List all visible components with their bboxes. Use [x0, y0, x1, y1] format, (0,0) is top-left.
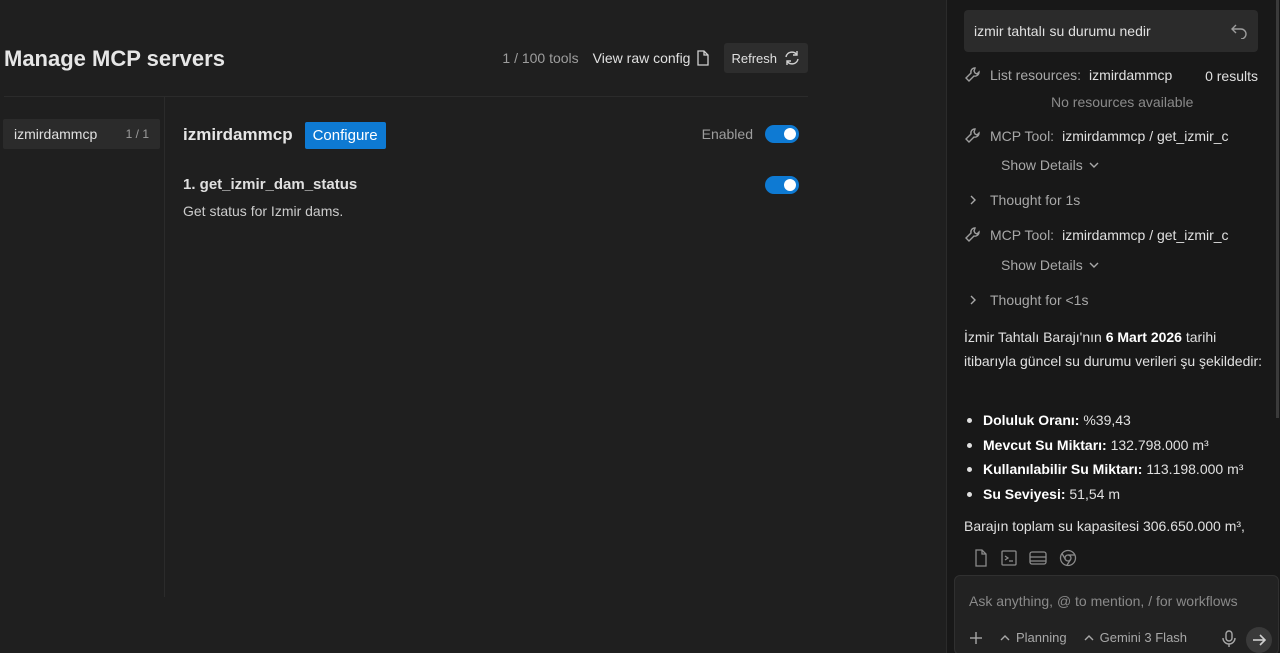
list-item: Mevcut Su Miktarı: 132.798.000 m³: [964, 433, 1276, 458]
step-thought-1[interactable]: Thought for 1s: [964, 191, 1080, 209]
no-resources-note: No resources available: [1051, 94, 1194, 110]
header-divider: [4, 96, 808, 97]
undo-icon[interactable]: [1230, 21, 1248, 39]
step-value: izmirdammcp / get_izmir_c: [1062, 227, 1229, 243]
configure-button[interactable]: Configure: [304, 121, 386, 149]
chevron-right-icon: [970, 295, 976, 305]
wrench-icon: [965, 227, 980, 242]
bullet-value: 51,54 m: [1065, 485, 1120, 502]
server-list: izmirdammcp 1 / 1: [3, 119, 160, 149]
bullet-label: Doluluk Oranı:: [983, 412, 1080, 428]
header-actions: 1 / 100 tools View raw config Refresh: [502, 43, 808, 73]
answer-intro-prefix: İzmir Tahtalı Barajı'nın: [964, 329, 1106, 345]
file-icon[interactable]: [973, 549, 989, 567]
list-item: Doluluk Oranı: %39,43: [964, 408, 1276, 433]
bullet-value: %39,43: [1079, 412, 1131, 428]
mcp-manager: Manage MCP servers 1 / 100 tools View ra…: [0, 0, 946, 653]
scrollbar[interactable]: [1276, 0, 1279, 418]
server-detail: izmirdammcp Configure Enabled 1. get_izm…: [183, 120, 803, 219]
model-selector[interactable]: Gemini 3 Flash: [1083, 630, 1187, 645]
file-icon: [697, 50, 710, 66]
results-count: 0 results: [1205, 68, 1258, 84]
answer-intro-date: 6 Mart 2026: [1105, 329, 1182, 345]
step-label: List resources:: [990, 67, 1082, 83]
step-mcp-tool-2[interactable]: MCP Tool: izmirdammcp / get_izmir_c: [964, 226, 1229, 244]
answer-trailing: Barajın toplam su kapasitesi 306.650.000…: [964, 518, 1245, 534]
answer-intro: İzmir Tahtalı Barajı'nın 6 Mart 2026 tar…: [964, 325, 1264, 373]
bullet-label: Kullanılabilir Su Miktarı:: [983, 461, 1143, 477]
step-label: Thought for <1s: [990, 292, 1089, 308]
show-details-button[interactable]: Show Details: [1001, 257, 1099, 273]
step-label: MCP Tool:: [990, 128, 1055, 144]
context-icons: [973, 549, 1077, 567]
step-thought-2[interactable]: Thought for <1s: [964, 291, 1088, 309]
step-value: izmirdammcp: [1089, 67, 1173, 83]
terminal-icon[interactable]: [1001, 549, 1017, 567]
list-item: Su Seviyesi: 51,54 m: [964, 482, 1276, 507]
bullet-label: Mevcut Su Miktarı:: [983, 436, 1107, 453]
input-toolbar: Planning Gemini 3 Flash: [969, 630, 1187, 645]
server-title: izmirdammcp: [183, 125, 293, 144]
show-details-label: Show Details: [1001, 257, 1083, 273]
tool-description: Get status for Izmir dams.: [183, 203, 344, 219]
tool-enabled-toggle[interactable]: [765, 176, 799, 194]
chevron-right-icon: [970, 195, 976, 205]
arrow-right-icon: [1253, 634, 1266, 646]
wrench-icon: [965, 67, 980, 82]
view-raw-config-button[interactable]: View raw config: [593, 50, 711, 66]
server-item-name: izmirdammcp: [14, 126, 98, 142]
vertical-divider: [164, 97, 165, 597]
database-icon[interactable]: [1029, 549, 1047, 567]
tool-name: 1. get_izmir_dam_status: [183, 176, 358, 193]
bullet-value: 132.798.000 m³: [1106, 436, 1209, 453]
refresh-icon: [785, 51, 799, 65]
chevron-up-icon: [1084, 634, 1094, 640]
server-enabled-toggle[interactable]: [765, 125, 799, 143]
show-details-label: Show Details: [1001, 157, 1083, 173]
list-item: Kullanılabilir Su Miktarı: 113.198.000 m…: [964, 457, 1276, 482]
plus-icon[interactable]: [969, 631, 983, 645]
chat-input-placeholder[interactable]: Ask anything, @ to mention, / for workfl…: [969, 593, 1238, 609]
model-label: Gemini 3 Flash: [1099, 630, 1188, 645]
chevron-down-icon: [1089, 262, 1099, 268]
step-value: izmirdammcp / get_izmir_c: [1062, 128, 1229, 144]
bullet-label: Su Seviyesi:: [983, 485, 1066, 502]
server-enabled: Enabled: [702, 125, 799, 143]
step-list-resources[interactable]: List resources: izmirdammcp: [964, 66, 1172, 84]
send-button[interactable]: [1246, 627, 1272, 653]
chat-panel: izmir tahtalı su durumu nedir List resou…: [946, 0, 1280, 653]
show-details-button[interactable]: Show Details: [1001, 157, 1099, 173]
tool-row: 1. get_izmir_dam_status Get status for I…: [183, 176, 803, 219]
user-query[interactable]: izmir tahtalı su durumu nedir: [964, 10, 1258, 52]
user-query-text: izmir tahtalı su durumu nedir: [974, 23, 1151, 39]
wrench-icon: [965, 128, 980, 143]
chevron-down-icon: [1089, 162, 1099, 168]
enabled-label: Enabled: [701, 126, 753, 142]
chevron-up-icon: [1000, 634, 1010, 640]
refresh-button[interactable]: Refresh: [724, 43, 808, 73]
step-label: MCP Tool:: [990, 227, 1055, 243]
browser-icon[interactable]: [1059, 549, 1077, 567]
mode-label: Planning: [1016, 630, 1067, 645]
microphone-icon[interactable]: [1222, 630, 1236, 648]
mode-selector[interactable]: Planning: [999, 630, 1067, 645]
tools-count: 1 / 100 tools: [502, 50, 579, 66]
view-raw-config-label: View raw config: [592, 50, 691, 66]
chat-input[interactable]: Ask anything, @ to mention, / for workfl…: [954, 575, 1279, 653]
bullet-value: 113.198.000 m³: [1142, 461, 1244, 477]
server-item-izmirdammcp[interactable]: izmirdammcp 1 / 1: [3, 119, 160, 149]
answer-bullets: Doluluk Oranı: %39,43 Mevcut Su Miktarı:…: [964, 408, 1276, 506]
server-item-count: 1 / 1: [125, 127, 149, 141]
refresh-label: Refresh: [731, 50, 777, 66]
page-title: Manage MCP servers: [4, 46, 225, 71]
step-mcp-tool-1[interactable]: MCP Tool: izmirdammcp / get_izmir_c: [964, 127, 1229, 145]
step-label: Thought for 1s: [990, 192, 1081, 208]
